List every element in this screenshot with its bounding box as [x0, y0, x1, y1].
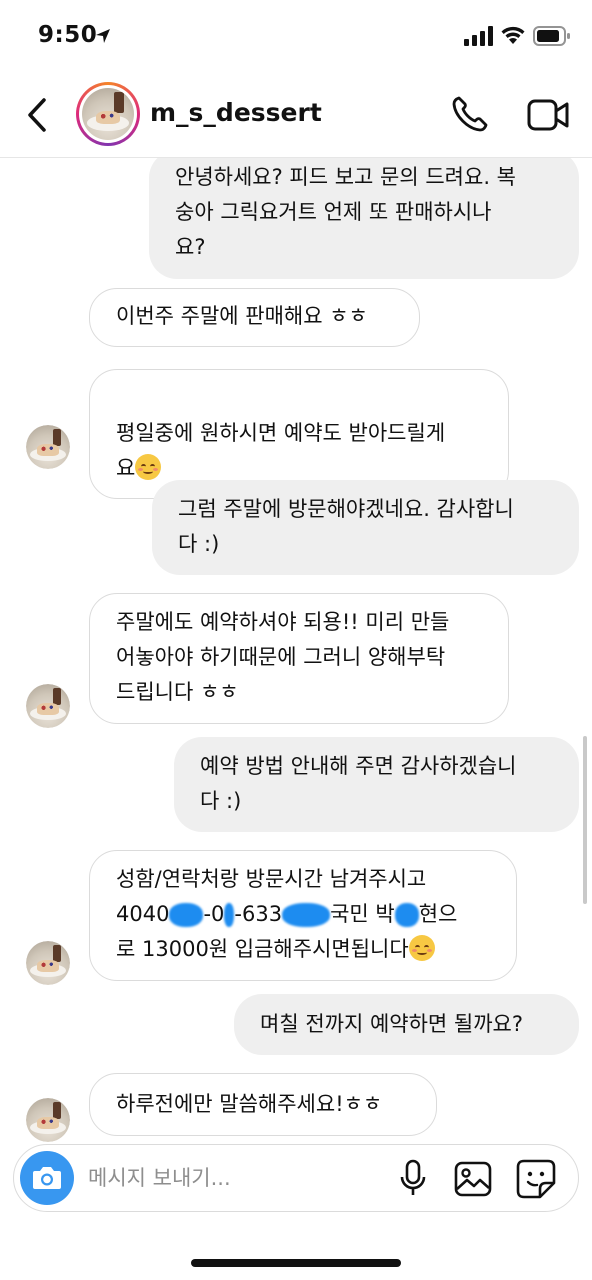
video-call-icon[interactable]: [526, 96, 570, 134]
message-bubble-incoming[interactable]: 하루전에만 말씀해주세요!ㅎㅎ: [89, 1073, 437, 1136]
message-line: 로 13000원 입금해주시면됩니다: [116, 932, 498, 967]
redacted-text: [394, 903, 419, 927]
message-bubble-incoming[interactable]: 성함/연락처랑 방문시간 남겨주시고 4040 -0 -633 국민 박 현으 로 13…: [89, 850, 517, 981]
smiling-face-icon: [135, 454, 162, 480]
cellular-signal-icon: [464, 26, 493, 46]
sender-avatar[interactable]: [26, 1098, 70, 1142]
message-bubble-incoming[interactable]: 이번주 주말에 판매해요 ㅎㅎ: [89, 288, 420, 347]
redacted-text: [169, 903, 204, 927]
sender-avatar[interactable]: [26, 941, 70, 985]
dessert-photo: [82, 88, 134, 140]
message-text: 평일중에 원하시면 예약도 받아드릴게 요: [116, 421, 446, 480]
profile-avatar[interactable]: [76, 82, 140, 146]
camera-button[interactable]: [20, 1151, 74, 1205]
smiling-face-icon: [408, 935, 435, 961]
location-arrow-icon: [96, 29, 110, 43]
chat-header: m_s_dessert: [0, 72, 592, 158]
wifi-icon: [501, 26, 525, 44]
scrollbar[interactable]: [583, 736, 587, 904]
message-bubble-outgoing[interactable]: 예약 방법 안내해 주면 감사하겠습니 다 :): [174, 737, 579, 832]
home-indicator[interactable]: [191, 1259, 401, 1267]
message-bubble-outgoing[interactable]: 안녕하세요? 피드 보고 문의 드려요. 복 숭아 그릭요거트 언제 또 판매하…: [149, 158, 579, 279]
message-composer: [13, 1144, 579, 1212]
message-thread[interactable]: 안녕하세요? 피드 보고 문의 드려요. 복 숭아 그릭요거트 언제 또 판매하…: [0, 158, 592, 1142]
message-bubble-outgoing[interactable]: 그럼 주말에 방문해야겠네요. 감사합니 다 :): [152, 480, 579, 575]
message-bubble-outgoing[interactable]: 며칠 전까지 예약하면 될까요?: [234, 994, 579, 1055]
chat-username[interactable]: m_s_dessert: [150, 98, 322, 127]
message-input[interactable]: [88, 1161, 388, 1195]
sender-avatar[interactable]: [26, 684, 70, 728]
battery-icon: [533, 26, 570, 46]
message-line: 성함/연락처랑 방문시간 남겨주시고: [116, 867, 427, 891]
message-line: 4040 -0 -633 국민 박 현으: [116, 902, 458, 927]
sticker-icon[interactable]: [516, 1159, 556, 1199]
phone-icon[interactable]: [450, 94, 490, 134]
redacted-text: [224, 903, 235, 927]
status-bar: 9:50: [0, 0, 592, 72]
gallery-icon[interactable]: [454, 1161, 492, 1197]
redacted-text: [282, 903, 331, 927]
status-time: 9:50: [38, 22, 98, 48]
sender-avatar[interactable]: [26, 425, 70, 469]
back-arrow-icon[interactable]: [20, 94, 56, 136]
message-bubble-incoming[interactable]: 주말에도 예약하셔야 되용!! 미리 만들 어놓아야 하기때문에 그러니 양해부…: [89, 593, 509, 724]
camera-icon: [33, 1167, 61, 1189]
microphone-icon[interactable]: [398, 1159, 428, 1197]
